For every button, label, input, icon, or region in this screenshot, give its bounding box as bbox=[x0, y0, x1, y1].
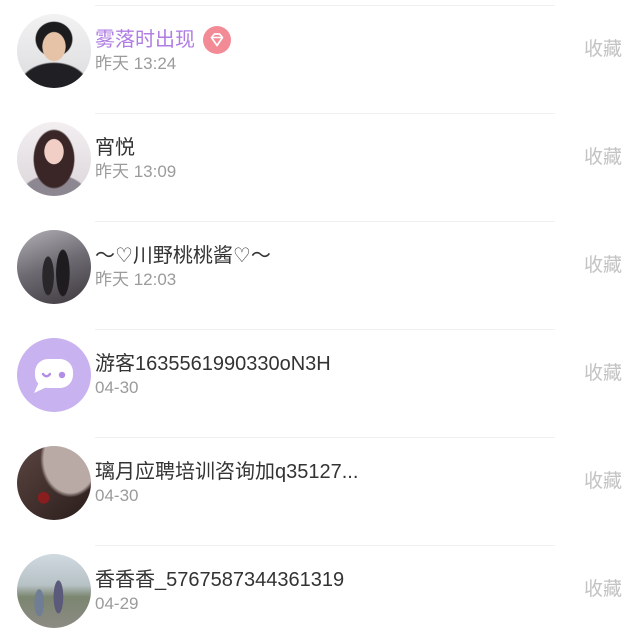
diamond-badge-icon bbox=[203, 26, 231, 54]
user-name[interactable]: 香香香_5767587344361319 bbox=[95, 567, 344, 593]
user-name[interactable]: 游客1635561990330oN3H bbox=[95, 351, 331, 377]
name-line: 香香香_5767587344361319 bbox=[95, 567, 344, 593]
favorite-list-item[interactable]: 雾落时出现 昨天 13:24 收藏 bbox=[0, 5, 640, 113]
timestamp: 昨天 13:09 bbox=[95, 162, 177, 181]
favorite-list-item[interactable]: 香香香_5767587344361319 04-29 收藏 bbox=[0, 545, 640, 633]
avatar[interactable] bbox=[17, 554, 91, 628]
favorite-list-item[interactable]: 璃月应聘培训咨询加q35127... 04-30 收藏 bbox=[0, 437, 640, 545]
divider bbox=[95, 113, 555, 114]
name-line: ～♡川野桃桃酱♡～ bbox=[95, 243, 271, 269]
favorite-label: 收藏 bbox=[583, 147, 622, 168]
divider bbox=[95, 221, 555, 222]
avatar[interactable] bbox=[17, 122, 91, 196]
timestamp: 昨天 13:24 bbox=[95, 54, 177, 73]
favorite-list-item[interactable]: 宵悦 昨天 13:09 收藏 bbox=[0, 113, 640, 221]
timestamp: 04-29 bbox=[95, 594, 139, 613]
user-name[interactable]: 宵悦 bbox=[95, 135, 135, 161]
avatar[interactable] bbox=[17, 230, 91, 304]
divider bbox=[95, 437, 555, 438]
avatar[interactable] bbox=[17, 14, 91, 88]
guest-chat-bubble-icon bbox=[34, 359, 73, 393]
name-line: 雾落时出现 bbox=[95, 26, 231, 54]
favorite-label: 收藏 bbox=[583, 471, 622, 492]
divider bbox=[95, 545, 555, 546]
timestamp: 昨天 12:03 bbox=[95, 270, 177, 289]
favorite-list-item[interactable]: ～♡川野桃桃酱♡～ 昨天 12:03 收藏 bbox=[0, 221, 640, 329]
name-line: 璃月应聘培训咨询加q35127... bbox=[95, 459, 358, 485]
favorite-label: 收藏 bbox=[583, 39, 622, 60]
name-line: 宵悦 bbox=[95, 135, 135, 161]
favorite-label: 收藏 bbox=[583, 363, 622, 384]
avatar[interactable] bbox=[17, 338, 91, 412]
divider bbox=[95, 329, 555, 330]
timestamp: 04-30 bbox=[95, 378, 139, 397]
user-name[interactable]: 璃月应聘培训咨询加q35127... bbox=[95, 459, 358, 485]
user-name[interactable]: ～♡川野桃桃酱♡～ bbox=[95, 243, 271, 269]
divider bbox=[95, 5, 555, 6]
favorite-label: 收藏 bbox=[583, 579, 622, 600]
favorite-label: 收藏 bbox=[583, 255, 622, 276]
name-line: 游客1635561990330oN3H bbox=[95, 351, 331, 377]
favorites-list: 雾落时出现 昨天 13:24 收藏 宵悦 昨天 13:09 收藏 ～♡川野桃桃酱… bbox=[0, 5, 640, 633]
user-name[interactable]: 雾落时出现 bbox=[95, 27, 195, 53]
favorite-list-item[interactable]: 游客1635561990330oN3H 04-30 收藏 bbox=[0, 329, 640, 437]
avatar[interactable] bbox=[17, 446, 91, 520]
timestamp: 04-30 bbox=[95, 486, 139, 505]
